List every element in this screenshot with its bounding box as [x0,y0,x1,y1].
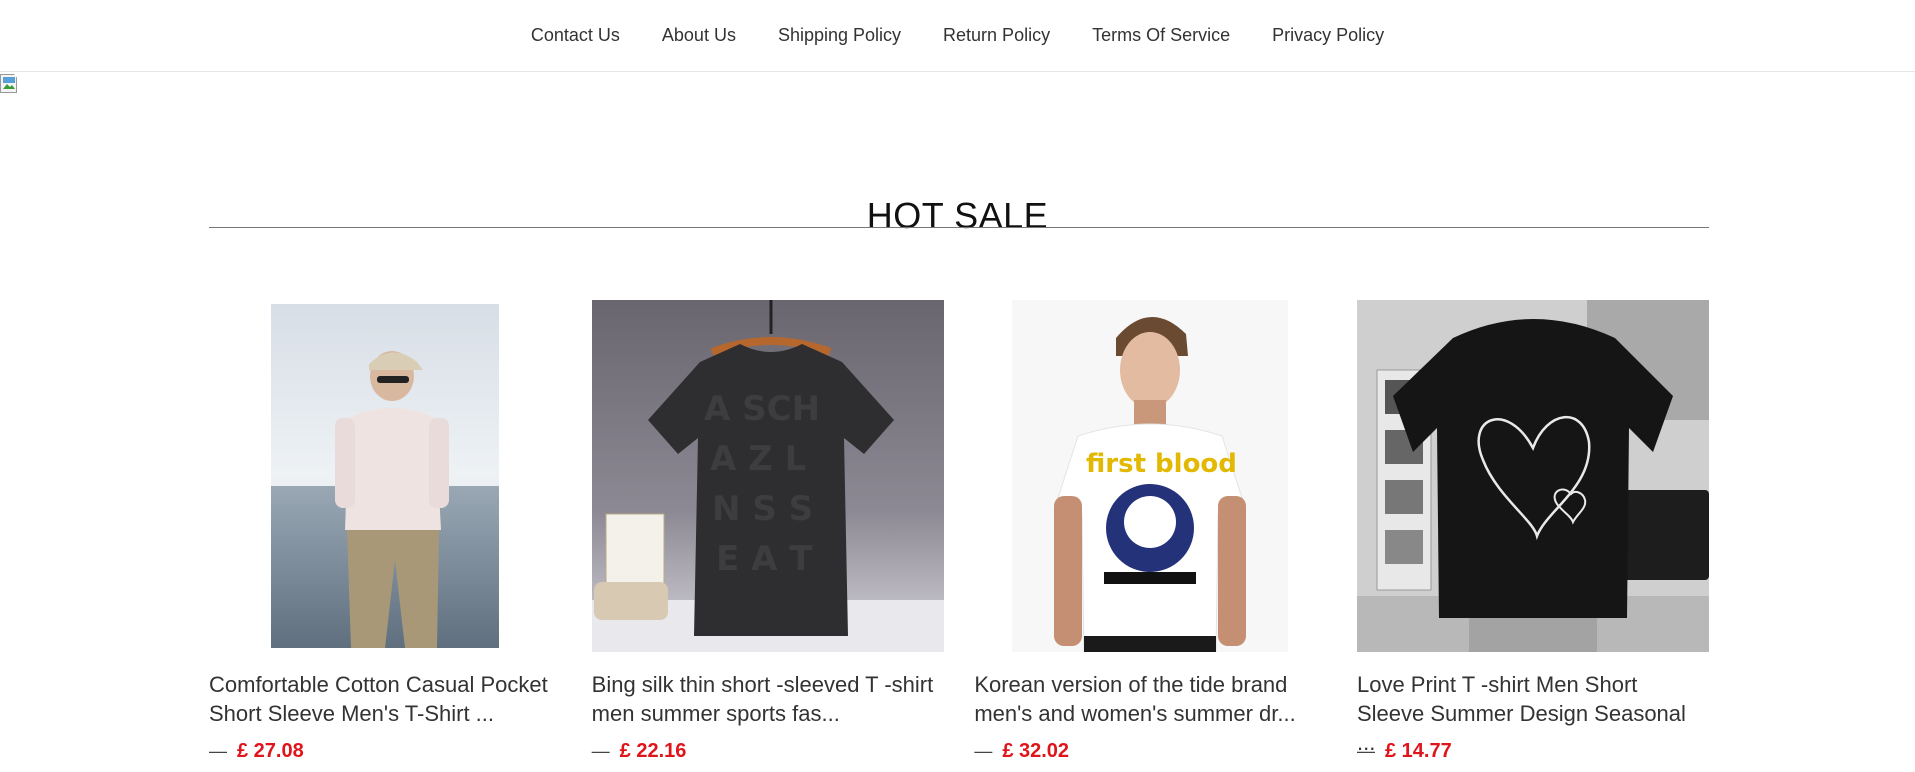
svg-text:first blood: first blood [1086,449,1237,479]
product-price: £ 32.02 [1002,740,1070,762]
svg-text:A SCH: A SCH [704,389,820,429]
svg-text:E A T: E A T [716,539,813,579]
price-row: — £ 14.77 [1357,740,1709,763]
product-title[interactable]: Comfortable Cotton Casual Pocket Short S… [209,670,561,728]
title-divider [209,227,1709,228]
nav-shipping-policy[interactable]: Shipping Policy [757,25,922,46]
product-image[interactable] [209,300,561,652]
nav-terms-of-service[interactable]: Terms Of Service [1071,25,1251,46]
product-card[interactable]: A SCH A Z L N S S E A T Bing silk thin s… [591,300,944,763]
section-title: HOT SALE [866,194,1049,236]
product-grid: Comfortable Cotton Casual Pocket Short S… [209,300,1709,763]
product-image[interactable]: A SCH A Z L N S S E A T [591,300,944,652]
product-price: £ 27.08 [237,740,304,762]
product-price: £ 14.77 [1384,740,1452,762]
product-title[interactable]: Love Print T -shirt Men Short Sleeve Sum… [1357,670,1709,755]
nav-about-us[interactable]: About Us [641,25,757,46]
price-dash: — [974,741,993,761]
product-card[interactable]: first blood Korean version of the tide b… [974,300,1327,763]
policy-links: Contact Us About Us Shipping Policy Retu… [510,25,1405,46]
product-card[interactable]: Love Print T -shirt Men Short Sleeve Sum… [1356,300,1709,763]
broken-image-icon [0,74,19,93]
price-row: — £ 27.08 [209,740,561,763]
product-title[interactable]: Korean version of the tide brand men's a… [974,670,1326,728]
product-price: £ 22.16 [619,740,687,762]
price-row: — £ 32.02 [974,740,1326,763]
product-card[interactable]: Comfortable Cotton Casual Pocket Short S… [209,300,561,763]
svg-text:A Z L: A Z L [710,439,806,479]
price-dash: — [209,741,227,761]
product-image[interactable]: first blood [974,300,1327,652]
price-dash: — [1356,741,1375,761]
storefront-page: Contact Us About Us Shipping Policy Retu… [0,0,1915,772]
svg-text:N S S: N S S [712,489,813,529]
product-image[interactable] [1356,300,1709,652]
nav-privacy-policy[interactable]: Privacy Policy [1251,25,1405,46]
nav-contact-us[interactable]: Contact Us [510,25,641,46]
price-dash: — [591,741,610,761]
product-title[interactable]: Bing silk thin short -sleeved T -shirt m… [592,670,944,728]
top-navigation: Contact Us About Us Shipping Policy Retu… [0,0,1915,72]
nav-return-policy[interactable]: Return Policy [922,25,1071,46]
price-row: — £ 22.16 [592,740,944,763]
